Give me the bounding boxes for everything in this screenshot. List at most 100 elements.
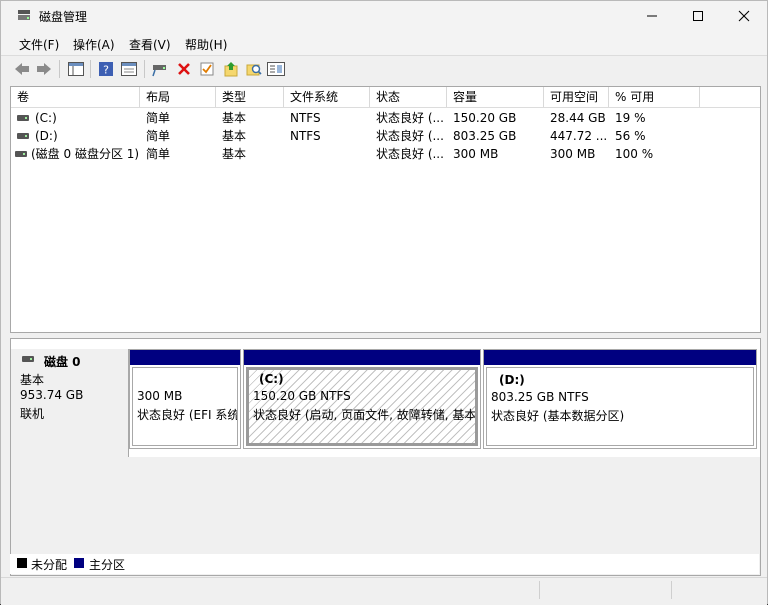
status-cell: 状态良好 (... [376, 111, 444, 125]
free-space-cell: 447.72 ... [550, 129, 608, 143]
partition-label: (D:) [499, 373, 525, 387]
close-button[interactable] [721, 1, 767, 31]
partition-status: 状态良好 (启动, 页面文件, 故障转储, 基本数据分区) [253, 408, 477, 422]
title-bar: 磁盘管理 [1, 1, 767, 31]
partition-status: 状态良好 (基本数据分区) [491, 409, 625, 423]
disk-management-window: 磁盘管理 文件(F) 操作(A) 查看(V) 帮助(H) ? 卷 布局 类型 文… [0, 0, 768, 605]
volume-name: (C:) [35, 111, 57, 125]
volume-list-header: 卷 布局 类型 文件系统 状态 容量 可用空间 % 可用 [11, 87, 760, 108]
partition-size: 300 MB [137, 389, 183, 403]
search-folder-icon[interactable] [245, 60, 263, 78]
menu-file[interactable]: 文件(F) [19, 36, 59, 53]
close-icon [738, 10, 750, 22]
free-space-cell: 300 MB [550, 147, 596, 161]
volume-name: (磁盘 0 磁盘分区 1) [31, 147, 140, 161]
disk-state: 联机 [20, 407, 45, 421]
col-volume[interactable]: 卷 [11, 87, 140, 107]
col-layout[interactable]: 布局 [140, 87, 216, 107]
connect-disk-icon[interactable] [151, 60, 169, 78]
col-free-space[interactable]: 可用空间 [544, 87, 609, 107]
disk-graphical-view: 磁盘 0 基本 953.74 GB 联机 300 MB 状态良好 (EFI 系统… [10, 338, 761, 576]
primary-partition-bar [130, 350, 240, 365]
unallocated-swatch [17, 558, 27, 568]
col-capacity[interactable]: 容量 [447, 87, 544, 107]
selected-partition-area: (C:) 150.20 GB NTFS 状态良好 (启动, 页面文件, 故障转储… [246, 367, 478, 446]
free-space-cell: 28.44 GB [550, 111, 606, 125]
back-icon[interactable] [13, 60, 31, 78]
percent-free-cell: 56 % [615, 129, 646, 143]
disk-0-label[interactable]: 磁盘 0 基本 953.74 GB 联机 [11, 349, 129, 457]
capacity-cell: 803.25 GB [453, 129, 517, 143]
volume-list: 卷 布局 类型 文件系统 状态 容量 可用空间 % 可用 (C:) 简单 基本 … [10, 86, 761, 333]
status-bar-pane [539, 581, 670, 599]
toolbar-separator [144, 60, 145, 78]
filesystem-cell [284, 145, 370, 163]
menu-help[interactable]: 帮助(H) [185, 36, 227, 53]
capacity-cell: 300 MB [453, 147, 499, 161]
volume-name: (D:) [35, 129, 58, 143]
disk-icon [22, 356, 34, 362]
primary-partition-swatch [74, 558, 84, 568]
capacity-cell: 150.20 GB [453, 111, 517, 125]
disk-management-app-icon [18, 10, 30, 20]
layout-cell: 简单 [146, 147, 171, 161]
menu-view[interactable]: 查看(V) [129, 36, 171, 53]
partition-efi[interactable]: 300 MB 状态良好 (EFI 系统分区) [129, 349, 241, 449]
partition-c[interactable]: (C:) 150.20 GB NTFS 状态良好 (启动, 页面文件, 故障转储… [243, 349, 481, 449]
help-icon[interactable]: ? [97, 60, 115, 78]
volume-icon [17, 114, 29, 121]
disk-kind: 基本 [20, 373, 45, 387]
type-cell: 基本 [222, 129, 247, 143]
status-cell: 状态良好 (... [376, 129, 444, 143]
window-title: 磁盘管理 [39, 10, 88, 24]
toolbar-separator [59, 60, 60, 78]
settings-list-icon[interactable] [267, 60, 285, 78]
partition-status: 状态良好 (EFI 系统分区) [137, 408, 238, 422]
forward-icon[interactable] [35, 60, 53, 78]
volume-icon [15, 150, 27, 157]
partition-label: (C:) [259, 372, 284, 386]
partition-size: 803.25 GB NTFS [491, 390, 589, 404]
layout-cell: 简单 [146, 111, 171, 125]
svg-text:?: ? [103, 64, 109, 77]
table-row[interactable]: (磁盘 0 磁盘分区 1) 简单 基本 状态良好 (... 300 MB 300… [11, 145, 760, 163]
filesystem-cell: NTFS [290, 111, 321, 125]
status-bar-pane [671, 581, 762, 599]
menu-action[interactable]: 操作(A) [73, 36, 115, 53]
filesystem-cell: NTFS [290, 129, 321, 143]
check-icon[interactable] [198, 60, 216, 78]
minimize-button[interactable] [629, 1, 675, 31]
status-bar [1, 577, 767, 605]
col-status[interactable]: 状态 [370, 87, 447, 107]
type-cell: 基本 [222, 111, 247, 125]
disk-size: 953.74 GB [20, 388, 84, 402]
table-row[interactable]: (C:) 简单 基本 NTFS 状态良好 (... 150.20 GB 28.4… [11, 109, 760, 127]
legend-primary: 主分区 [89, 558, 126, 572]
col-type[interactable]: 类型 [216, 87, 284, 107]
status-cell: 状态良好 (... [376, 147, 444, 161]
col-percent-free[interactable]: % 可用 [609, 87, 700, 107]
partition-d[interactable]: (D:) 803.25 GB NTFS 状态良好 (基本数据分区) [483, 349, 757, 449]
properties-icon[interactable] [120, 60, 138, 78]
type-cell: 基本 [222, 147, 247, 161]
table-row[interactable]: (D:) 简单 基本 NTFS 状态良好 (... 803.25 GB 447.… [11, 127, 760, 145]
disk-0-row: 磁盘 0 基本 953.74 GB 联机 300 MB 状态良好 (EFI 系统… [11, 349, 760, 457]
primary-partition-bar [484, 350, 756, 365]
console-tree-icon[interactable] [67, 60, 85, 78]
disk-name: 磁盘 0 [44, 355, 81, 369]
volume-icon [17, 132, 29, 139]
primary-partition-bar [244, 350, 480, 365]
partition-size: 150.20 GB NTFS [253, 389, 351, 403]
layout-cell: 简单 [146, 129, 171, 143]
toolbar: ? [1, 56, 767, 82]
maximize-button[interactable] [675, 1, 721, 31]
toolbar-separator [90, 60, 91, 78]
maximize-icon [693, 11, 703, 21]
delete-icon[interactable] [175, 60, 193, 78]
percent-free-cell: 19 % [615, 111, 646, 125]
minimize-icon [647, 15, 657, 17]
up-folder-icon[interactable] [222, 60, 240, 78]
percent-free-cell: 100 % [615, 147, 654, 161]
col-filesystem[interactable]: 文件系统 [284, 87, 370, 107]
legend-unallocated: 未分配 [31, 558, 68, 572]
